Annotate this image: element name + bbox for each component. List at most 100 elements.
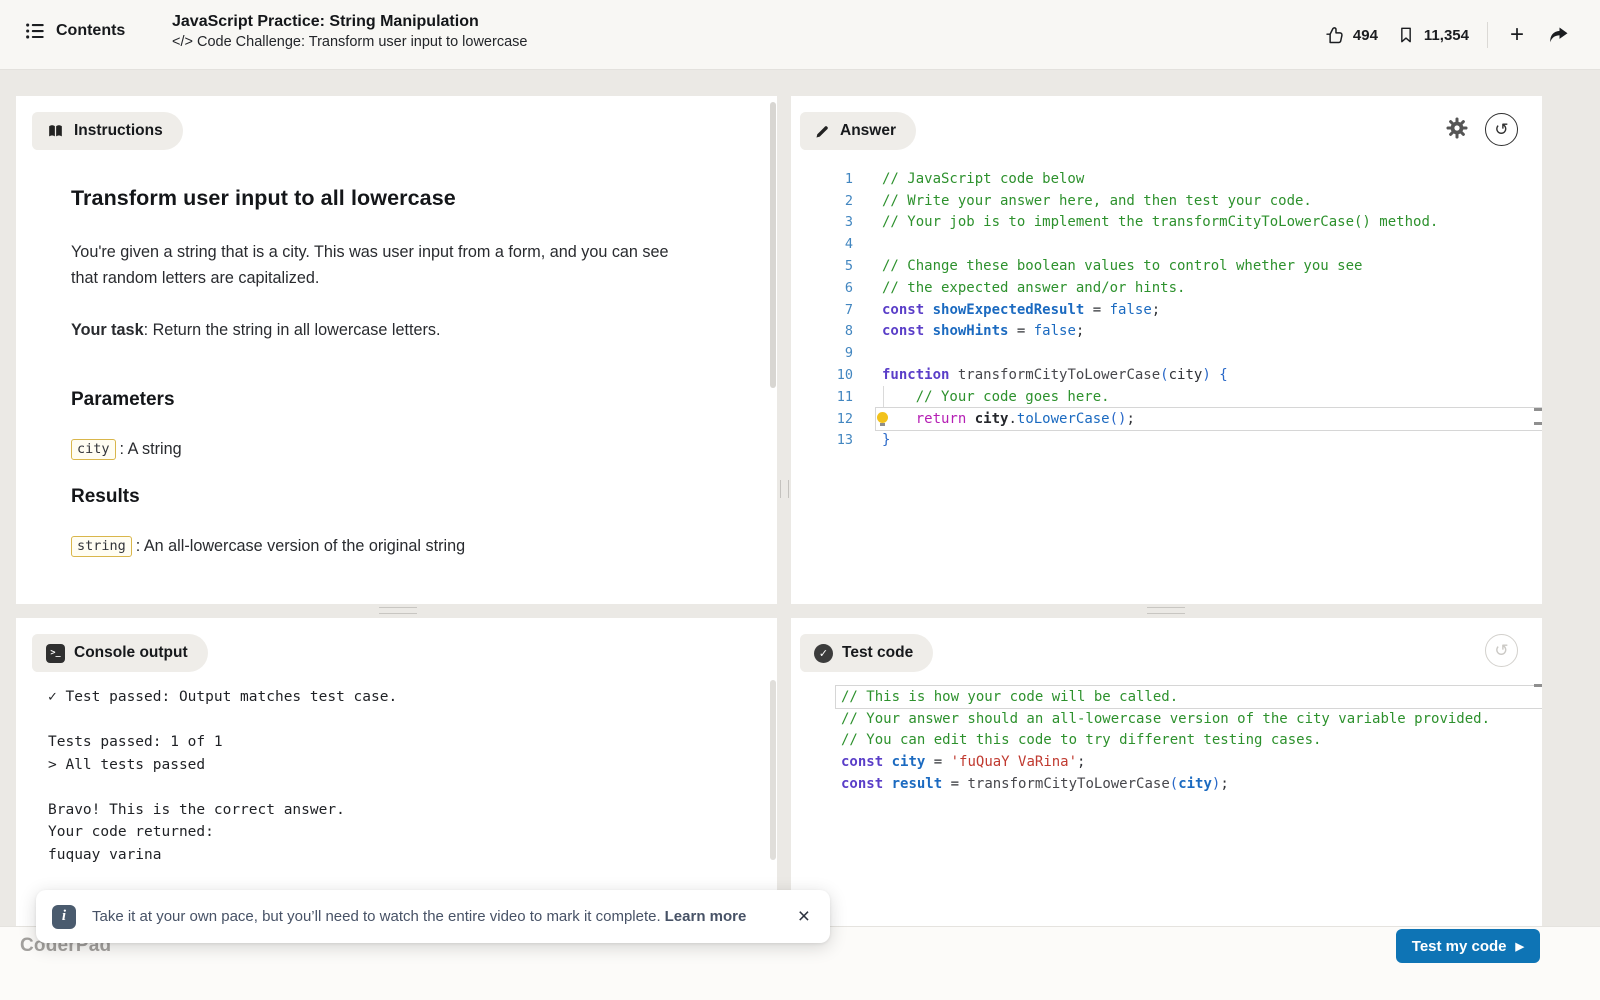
test-code-panel: ✓ Test code ↺ // This is how your code w…	[791, 618, 1542, 926]
lesson-title-block: JavaScript Practice: String Manipulation…	[172, 13, 527, 50]
line-number: 1	[791, 171, 853, 187]
hint-lightbulb-icon[interactable]	[877, 412, 888, 423]
toast-message: Take it at your own pace, but you’ll nee…	[92, 908, 746, 925]
code-line: const city = 'fuQuaY VaRina';	[791, 751, 1542, 773]
code-line: 10function transformCityToLowerCase(city…	[791, 364, 1542, 386]
header-divider	[1487, 22, 1488, 48]
bookmarks-count: 11,354	[1424, 27, 1469, 44]
challenge-task: Your task: Return the string in all lowe…	[71, 317, 692, 343]
parameters-heading: Parameters	[71, 389, 692, 411]
code-line: 3// Your job is to implement the transfo…	[791, 212, 1542, 234]
pace-notification-toast: i Take it at your own pace, but you’ll n…	[36, 890, 830, 943]
code-line: 4	[791, 233, 1542, 255]
result-type-chip: string	[71, 536, 132, 557]
scroll-edge-marker	[1534, 422, 1542, 425]
lesson-subtitle: </> Code Challenge: Transform user input…	[172, 34, 527, 50]
console-tab-label: Console output	[74, 644, 188, 662]
tab-instructions: Instructions	[32, 112, 183, 150]
contents-list-icon	[24, 20, 46, 42]
toast-close-icon[interactable]: ×	[798, 906, 810, 927]
line-number: 13	[791, 432, 853, 448]
challenge-intro: You're given a string that is a city. Th…	[71, 239, 692, 291]
test-code-tab-label: Test code	[842, 644, 913, 662]
instructions-content: Transform user input to all lowercase Yo…	[71, 186, 692, 557]
horizontal-resize-handle-right[interactable]	[1147, 607, 1185, 614]
challenge-heading: Transform user input to all lowercase	[71, 186, 692, 211]
line-number: 12	[791, 411, 853, 427]
line-number: 11	[791, 389, 853, 405]
terminal-icon: >_	[46, 644, 65, 663]
top-header: Contents JavaScript Practice: String Man…	[0, 0, 1600, 70]
vertical-resize-handle[interactable]	[780, 480, 789, 498]
answer-tab-label: Answer	[840, 122, 896, 140]
code-line: 1// JavaScript code below	[791, 168, 1542, 190]
scroll-edge-marker	[1534, 684, 1542, 687]
answer-code-editor[interactable]: 1// JavaScript code below2// Write your …	[791, 168, 1542, 451]
reset-icon: ↺	[1494, 120, 1508, 140]
thumbs-up-icon	[1324, 25, 1345, 46]
line-number: 2	[791, 193, 853, 209]
likes-count: 494	[1353, 27, 1378, 44]
info-icon: i	[52, 905, 76, 929]
share-forward-icon[interactable]	[1546, 23, 1570, 47]
instructions-scrollbar[interactable]	[770, 102, 776, 388]
code-line: // You can edit this code to try differe…	[791, 729, 1542, 751]
workspace: Instructions Transform user input to all…	[0, 70, 1600, 926]
code-line: 13}	[791, 430, 1542, 452]
tab-answer: Answer	[800, 112, 916, 150]
line-number: 5	[791, 258, 853, 274]
parameter-description: : A string	[120, 440, 182, 459]
line-number: 4	[791, 236, 853, 252]
editor-settings-button[interactable]	[1445, 116, 1469, 140]
bookmarks-button[interactable]: 11,354	[1396, 25, 1469, 45]
horizontal-resize-handle-left[interactable]	[379, 607, 417, 614]
instructions-tab-label: Instructions	[74, 122, 163, 140]
check-circle-icon: ✓	[814, 644, 833, 663]
task-label: Your task	[71, 321, 144, 339]
code-line: 6// the expected answer and/or hints.	[791, 277, 1542, 299]
header-actions: 494 11,354 +	[1324, 0, 1570, 70]
contents-button[interactable]: Contents	[24, 20, 125, 42]
instructions-panel: Instructions Transform user input to all…	[16, 96, 777, 604]
test-my-code-button[interactable]: Test my code ▶	[1396, 929, 1540, 963]
task-text: : Return the string in all lowercase let…	[144, 321, 441, 339]
line-number: 6	[791, 280, 853, 296]
likes-button[interactable]: 494	[1324, 25, 1378, 46]
code-line: 12 return city.toLowerCase();	[791, 408, 1542, 430]
line-number: 9	[791, 345, 853, 361]
code-line: // This is how your code will be called.	[791, 686, 1542, 708]
test-code-editor[interactable]: // This is how your code will be called.…	[791, 686, 1542, 794]
line-number: 8	[791, 323, 853, 339]
code-line: 11 // Your code goes here.	[791, 386, 1542, 408]
answer-reset-button[interactable]: ↺	[1485, 113, 1518, 146]
contents-label: Contents	[56, 22, 125, 40]
gear-icon	[1445, 116, 1469, 140]
code-line: 9	[791, 342, 1542, 364]
play-icon: ▶	[1516, 940, 1524, 953]
reset-icon: ↺	[1494, 641, 1508, 661]
code-line: 2// Write your answer here, and then tes…	[791, 190, 1542, 212]
result-description: : An all-lowercase version of the origin…	[136, 537, 465, 556]
add-button[interactable]: +	[1506, 23, 1528, 47]
lesson-title: JavaScript Practice: String Manipulation	[172, 13, 527, 31]
code-line: const result = transformCityToLowerCase(…	[791, 773, 1542, 795]
results-heading: Results	[71, 486, 692, 508]
code-line: 8const showHints = false;	[791, 321, 1542, 343]
result-definition: string : An all-lowercase version of the…	[71, 536, 692, 557]
pencil-icon	[814, 123, 831, 140]
console-scrollbar[interactable]	[770, 680, 776, 860]
test-code-reset-button[interactable]: ↺	[1485, 634, 1518, 667]
code-line: 7const showExpectedResult = false;	[791, 299, 1542, 321]
learn-more-link[interactable]: Learn more	[665, 908, 747, 925]
console-output-text: ✓ Test passed: Output matches test case.…	[48, 686, 397, 866]
parameter-name-chip: city	[71, 439, 116, 460]
console-panel: >_ Console output ✓ Test passed: Output …	[16, 618, 777, 926]
bookmark-icon	[1396, 25, 1416, 45]
tab-console: >_ Console output	[32, 634, 208, 672]
parameter-definition: city : A string	[71, 439, 692, 460]
line-number: 7	[791, 302, 853, 318]
book-icon	[46, 122, 65, 141]
test-my-code-label: Test my code	[1412, 938, 1507, 955]
line-number: 10	[791, 367, 853, 383]
scroll-edge-marker	[1534, 408, 1542, 411]
